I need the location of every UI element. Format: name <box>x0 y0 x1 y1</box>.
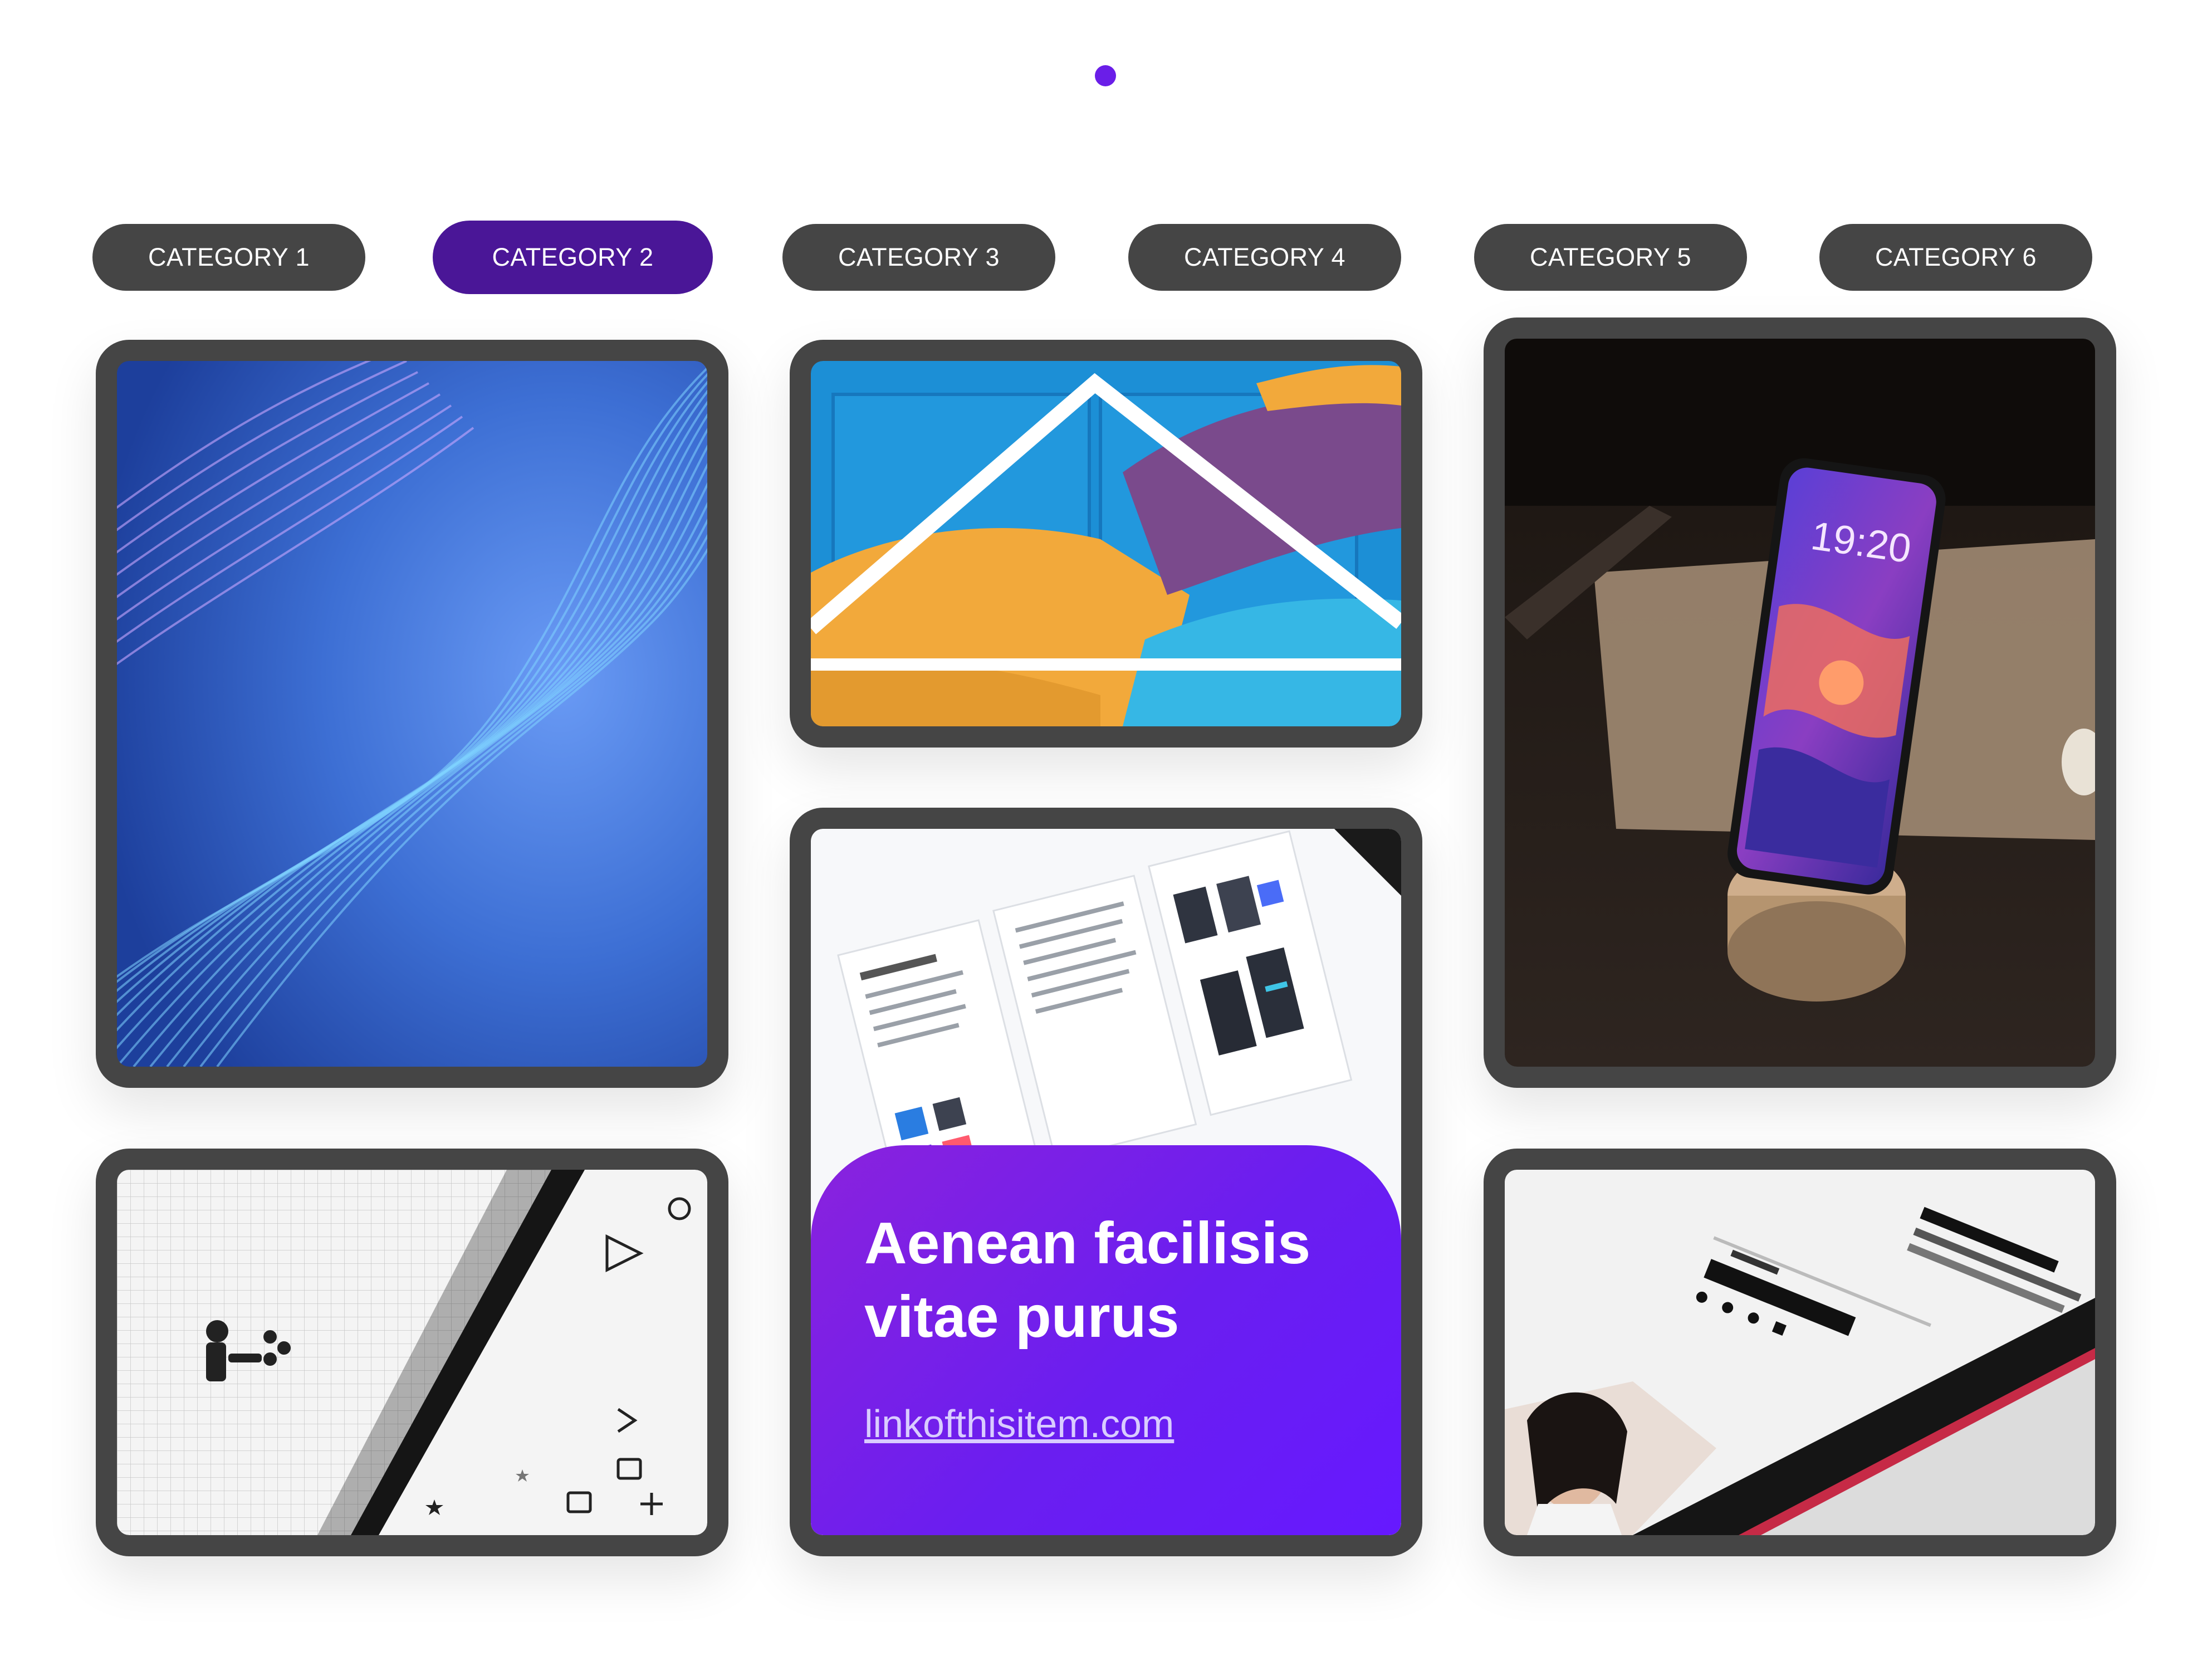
gallery-item-tablet-blog[interactable] <box>1484 1149 2116 1556</box>
item-overlay-panel: Aenean facilisis vitae purus linkofthisi… <box>811 1145 1401 1535</box>
item-title: Aenean facilisis vitae purus <box>864 1210 1311 1350</box>
tab-category-1[interactable]: CATEGORY 1 <box>92 224 365 291</box>
tablet-blog-image <box>1505 1170 2095 1535</box>
tab-category-4[interactable]: CATEGORY 4 <box>1128 224 1401 291</box>
gallery-item-blue-wave[interactable] <box>96 340 728 1088</box>
gallery-item-tablet-icons[interactable] <box>96 1149 728 1556</box>
tab-category-3[interactable]: CATEGORY 3 <box>782 224 1055 291</box>
tablet-icons-image <box>117 1170 707 1535</box>
gallery-item-mural[interactable] <box>790 340 1422 748</box>
gallery-item-phone[interactable]: 19:20 <box>1484 317 2116 1088</box>
gallery-item-ui-design[interactable]: Aenean facilisis vitae purus linkofthisi… <box>790 808 1422 1556</box>
tab-category-5[interactable]: CATEGORY 5 <box>1474 224 1747 291</box>
phone-on-stand-image: 19:20 <box>1505 339 2095 1067</box>
item-link[interactable]: linkofthisitem.com <box>864 1401 1174 1446</box>
tab-category-2[interactable]: CATEGORY 2 <box>433 221 713 294</box>
tab-category-6[interactable]: CATEGORY 6 <box>1819 224 2092 291</box>
carousel-indicator-dot[interactable] <box>1095 65 1116 86</box>
blue-wave-image <box>117 361 707 1067</box>
mural-image <box>811 361 1401 726</box>
